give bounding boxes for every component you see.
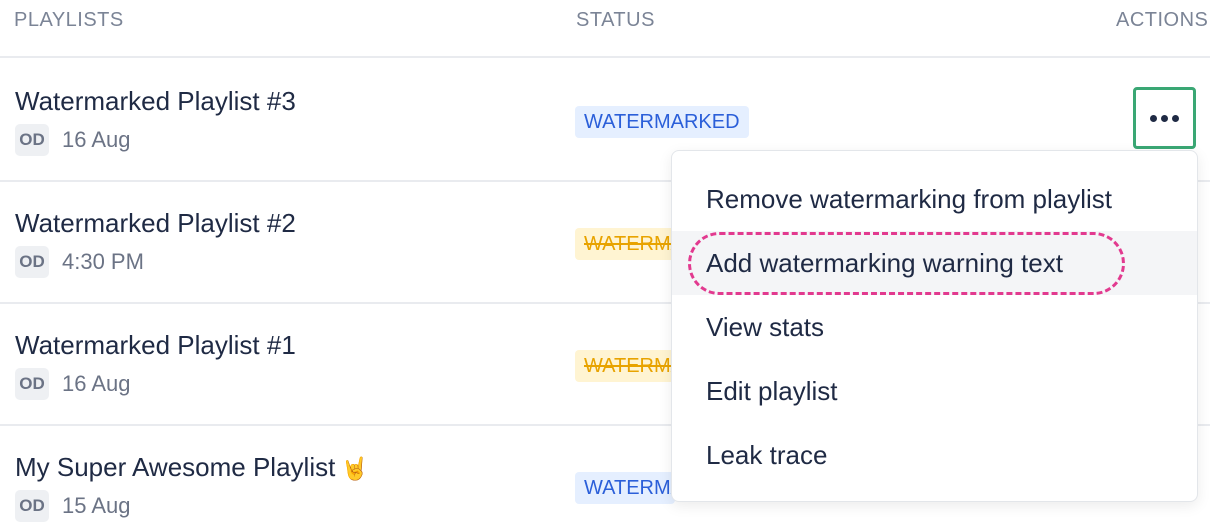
more-actions-button[interactable]: [1133, 87, 1196, 149]
avatar: OD: [15, 490, 49, 522]
menu-item-view-stats[interactable]: View stats: [672, 295, 1197, 359]
avatar: OD: [15, 246, 49, 278]
playlist-title[interactable]: Watermarked Playlist #2: [15, 208, 296, 239]
playlist-date: 15 Aug: [62, 493, 131, 518]
avatar: OD: [15, 368, 49, 400]
menu-item-add-warning-text[interactable]: Add watermarking warning text: [672, 231, 1197, 295]
playlist-title[interactable]: My Super Awesome Playlist 🤘: [15, 452, 369, 483]
actions-column-header: ACTIONS: [1116, 9, 1209, 31]
menu-item-edit-playlist[interactable]: Edit playlist: [672, 359, 1197, 423]
menu-item-leak-trace[interactable]: Leak trace: [672, 423, 1197, 487]
status-badge: WATERMARKED: [575, 350, 675, 382]
playlist-meta: OD 4:30 PM: [15, 246, 144, 278]
playlist-title[interactable]: Watermarked Playlist #3: [15, 86, 296, 117]
more-horizontal-icon: [1150, 114, 1179, 122]
status-column-header: STATUS: [576, 9, 655, 31]
status-badge: WATERMARKED: [575, 472, 675, 504]
status-badge: WATERMARKED: [575, 228, 675, 260]
playlist-meta: OD 16 Aug: [15, 368, 131, 400]
avatar: OD: [15, 124, 49, 156]
status-badge: WATERMARKED: [575, 106, 749, 138]
playlist-title-text: My Super Awesome Playlist: [15, 452, 336, 482]
playlist-meta: OD 16 Aug: [15, 124, 131, 156]
rock-hand-emoji-icon: 🤘: [341, 456, 369, 481]
playlist-date: 16 Aug: [62, 371, 131, 396]
playlist-date: 16 Aug: [62, 127, 131, 152]
playlist-title[interactable]: Watermarked Playlist #1: [15, 330, 296, 361]
playlist-meta: OD 15 Aug: [15, 490, 131, 522]
actions-dropdown-menu: Remove watermarking from playlist Add wa…: [671, 150, 1198, 502]
menu-item-remove-watermarking[interactable]: Remove watermarking from playlist: [672, 167, 1197, 231]
playlists-column-header: PLAYLISTS: [14, 9, 124, 31]
playlist-date: 4:30 PM: [62, 249, 144, 274]
table-header: PLAYLISTS STATUS ACTIONS: [0, 0, 1210, 58]
